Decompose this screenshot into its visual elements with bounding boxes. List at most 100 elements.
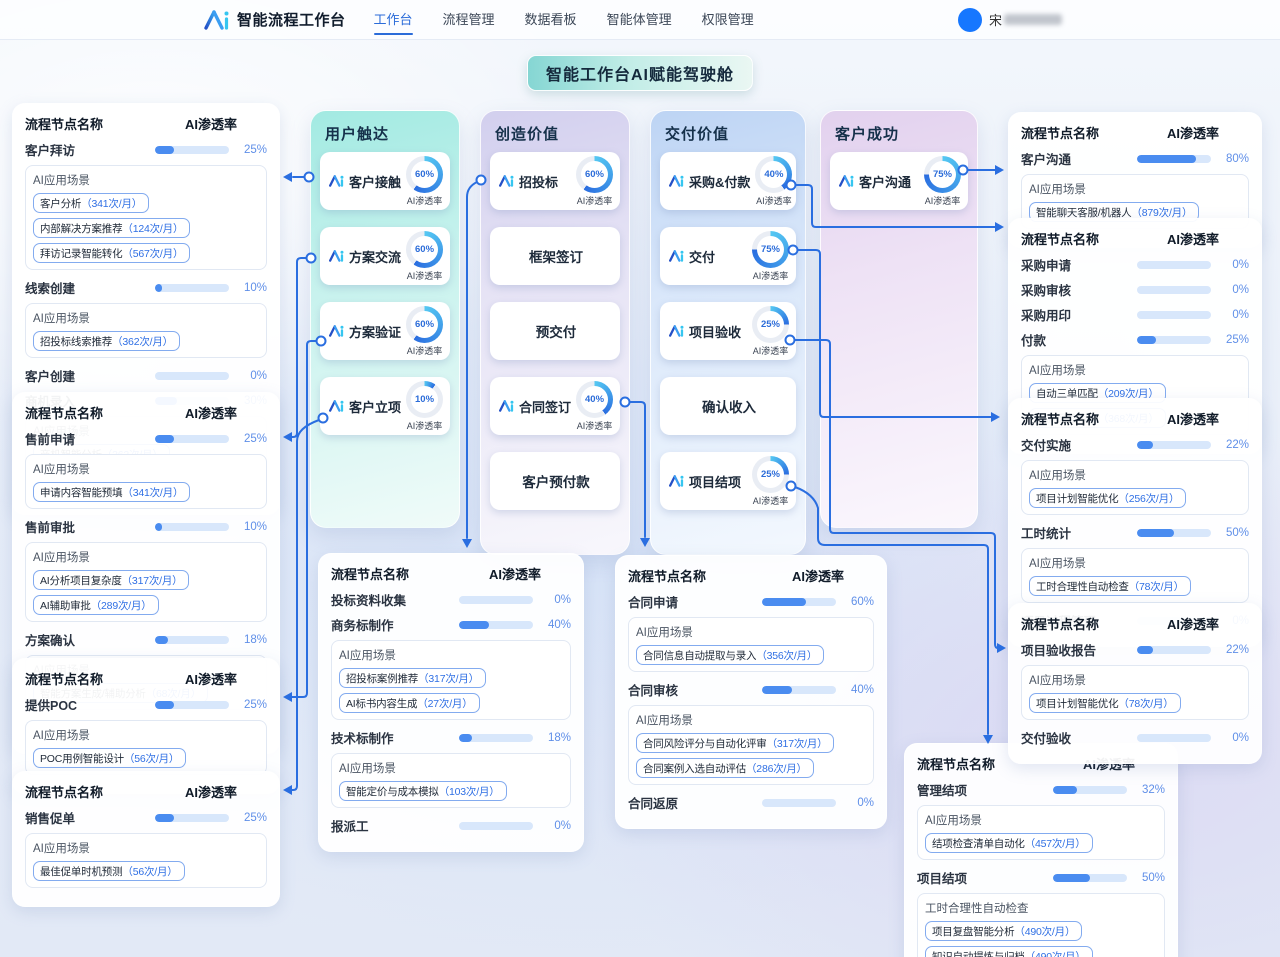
node-rate-row: 客户沟通80% — [1021, 149, 1249, 168]
node-name: 合同申请 — [628, 592, 762, 611]
scenario-tags: 合同风险评分与自动化评审（317次/月） 合同案例入选自动评估（286次/月） — [636, 733, 866, 778]
process-node-方案交流[interactable]: 方案交流60%AI渗透率 — [320, 227, 450, 285]
scenario-tags: 项目计划智能优化（256次/月） — [1029, 488, 1241, 508]
node-name-column-header: 流程节点名称 — [1021, 409, 1137, 428]
node-rate-row: 管理结项32% — [917, 780, 1165, 799]
process-node-交付[interactable]: 交付75%AI渗透率 — [660, 227, 796, 285]
nav-item-数据看板[interactable]: 数据看板 — [525, 0, 577, 40]
penetration-donut: 60% — [406, 231, 443, 268]
user-box[interactable]: 宋 — [958, 8, 1062, 32]
scenario-tags: 合同信息自动提取与录入（356次/月） — [636, 645, 866, 665]
ai-node-icon — [499, 399, 514, 413]
rate-bar — [459, 822, 533, 830]
node-name: 方案确认 — [25, 630, 155, 649]
scenario-tag[interactable]: 工时合理性自动检查（78次/月） — [1029, 576, 1191, 596]
donut-value: 60% — [411, 311, 438, 338]
scenario-tag[interactable]: 项目计划智能优化（78次/月） — [1029, 693, 1181, 713]
node-label: 客户立项 — [349, 397, 401, 416]
scenario-tag[interactable]: 合同信息自动提取与录入（356次/月） — [636, 645, 824, 665]
rate-bar-fill — [155, 284, 162, 292]
ai-node-icon — [329, 399, 344, 413]
ai-node-icon — [329, 399, 344, 413]
process-node-客户预付款[interactable]: 客户预付款 — [490, 452, 620, 510]
node-rate-row: 报派工0% — [331, 816, 571, 835]
scenario-tag[interactable]: 申请内容智能预填（341次/月） — [33, 482, 190, 502]
ai-scenario-box: AI应用场景项目计划智能优化（78次/月） — [1021, 665, 1249, 720]
scenario-tag[interactable]: AI标书内容生成（27次/月） — [339, 693, 480, 713]
process-node-客户沟通[interactable]: 客户沟通75%AI渗透率 — [830, 152, 968, 210]
scenario-tag[interactable]: 客户分析（341次/月） — [33, 193, 149, 213]
node-rate-row: 售前审批10% — [25, 517, 267, 536]
rate-value: 60% — [836, 596, 874, 608]
node-rate-block: 25%AI渗透率 — [752, 456, 789, 507]
node-name: 商务标制作 — [331, 615, 459, 634]
scenario-tag[interactable]: 智能定价与成本模拟（103次/月） — [339, 781, 507, 801]
scenario-tag[interactable]: 拜访记录智能转化（567次/月） — [33, 243, 190, 263]
process-node-预交付[interactable]: 预交付 — [490, 302, 620, 360]
rate-value: 80% — [1211, 153, 1249, 165]
process-node-确认收入[interactable]: 确认收入 — [660, 377, 796, 435]
node-label: 客户沟通 — [859, 172, 911, 191]
ai-scenario-box: AI应用场景合同信息自动提取与录入（356次/月） — [628, 617, 874, 672]
rate-bar-fill — [1137, 441, 1153, 449]
app-logo[interactable]: 智能流程工作台 — [204, 9, 346, 31]
node-rate-row: 提供POC25% — [25, 695, 267, 714]
rate-value: 25% — [1211, 334, 1249, 346]
nav-item-流程管理[interactable]: 流程管理 — [443, 0, 495, 40]
node-name: 交付实施 — [1021, 435, 1137, 454]
process-node-方案验证[interactable]: 方案验证60%AI渗透率 — [320, 302, 450, 360]
process-node-客户立项[interactable]: 客户立项10%AI渗透率 — [320, 377, 450, 435]
rate-value: 0% — [836, 797, 874, 809]
scenario-label: AI应用场景 — [925, 812, 1157, 828]
ai-scenario-box: AI应用场景项目计划智能优化（256次/月） — [1021, 460, 1249, 515]
nav-item-权限管理[interactable]: 权限管理 — [702, 0, 754, 40]
process-node-合同签订[interactable]: 合同签订40%AI渗透率 — [490, 377, 620, 435]
rate-value: 0% — [1211, 732, 1249, 744]
process-node-客户接触[interactable]: 客户接触60%AI渗透率 — [320, 152, 450, 210]
scenario-tag[interactable]: AI辅助审批（289次/月） — [33, 595, 159, 615]
process-node-采购&付款[interactable]: 采购&付款40%AI渗透率 — [660, 152, 796, 210]
user-avatar-icon[interactable] — [958, 8, 982, 32]
ai-scenario-box: AI应用场景工时合理性自动检查（78次/月） — [1021, 548, 1249, 603]
process-node-项目结项[interactable]: 项目结项25%AI渗透率 — [660, 452, 796, 510]
node-name: 线索创建 — [25, 278, 155, 297]
node-rate-row: 付款25% — [1021, 330, 1249, 349]
scenario-tag[interactable]: 招投标案例推荐（317次/月） — [339, 668, 486, 688]
stage-title: 用户触达 — [320, 121, 450, 152]
nav-item-智能体管理[interactable]: 智能体管理 — [607, 0, 672, 40]
scenario-tag[interactable]: AI分析项目复杂度（317次/月） — [33, 570, 189, 590]
rate-bar — [155, 523, 229, 531]
node-label: 采购&付款 — [689, 172, 750, 191]
stage-title: 交付价值 — [660, 121, 796, 152]
ai-rate-column-header: AI渗透率 — [155, 669, 267, 688]
donut-value: 25% — [757, 311, 784, 338]
node-rate-row: 技术标制作18% — [331, 728, 571, 747]
rate-bar-fill — [155, 701, 174, 709]
scenario-tag[interactable]: 项目复盘智能分析（490次/月） — [925, 921, 1082, 941]
ai-node-icon — [329, 174, 344, 188]
process-node-项目验收[interactable]: 项目验收25%AI渗透率 — [660, 302, 796, 360]
donut-label: AI渗透率 — [925, 194, 961, 207]
rate-value: 0% — [1211, 309, 1249, 321]
scenario-tag[interactable]: 知识自动提炼与归档（490次/月） — [925, 946, 1093, 957]
scenario-tag[interactable]: 合同风险评分与自动化评审（317次/月） — [636, 733, 834, 753]
node-name: 提供POC — [25, 695, 155, 714]
node-name-column-header: 流程节点名称 — [25, 114, 155, 133]
donut-label: AI渗透率 — [407, 344, 443, 357]
nav-item-工作台[interactable]: 工作台 — [374, 0, 413, 40]
scenario-tag[interactable]: 合同案例入选自动评估（286次/月） — [636, 758, 814, 778]
scenario-tag[interactable]: POC用例智能设计（56次/月） — [33, 748, 186, 768]
process-node-招投标[interactable]: 招投标60%AI渗透率 — [490, 152, 620, 210]
penetration-donut: 25% — [752, 456, 789, 493]
rate-value: 18% — [229, 634, 267, 646]
scenario-tag[interactable]: 招投标线索推荐（362次/月） — [33, 331, 180, 351]
process-node-框架签订[interactable]: 框架签订 — [490, 227, 620, 285]
donut-label: AI渗透率 — [407, 194, 443, 207]
scenario-tag[interactable]: 最佳促单时机预测（56次/月） — [33, 861, 185, 881]
ai-scenario-box: AI应用场景申请内容智能预填（341次/月） — [25, 454, 267, 509]
penetration-donut: 40% — [576, 381, 613, 418]
scenario-tag[interactable]: 内部解决方案推荐（124次/月） — [33, 218, 190, 238]
scenario-tag[interactable]: 结项检查清单自动化（457次/月） — [925, 833, 1093, 853]
rate-bar-fill — [155, 636, 168, 644]
scenario-tag[interactable]: 项目计划智能优化（256次/月） — [1029, 488, 1186, 508]
